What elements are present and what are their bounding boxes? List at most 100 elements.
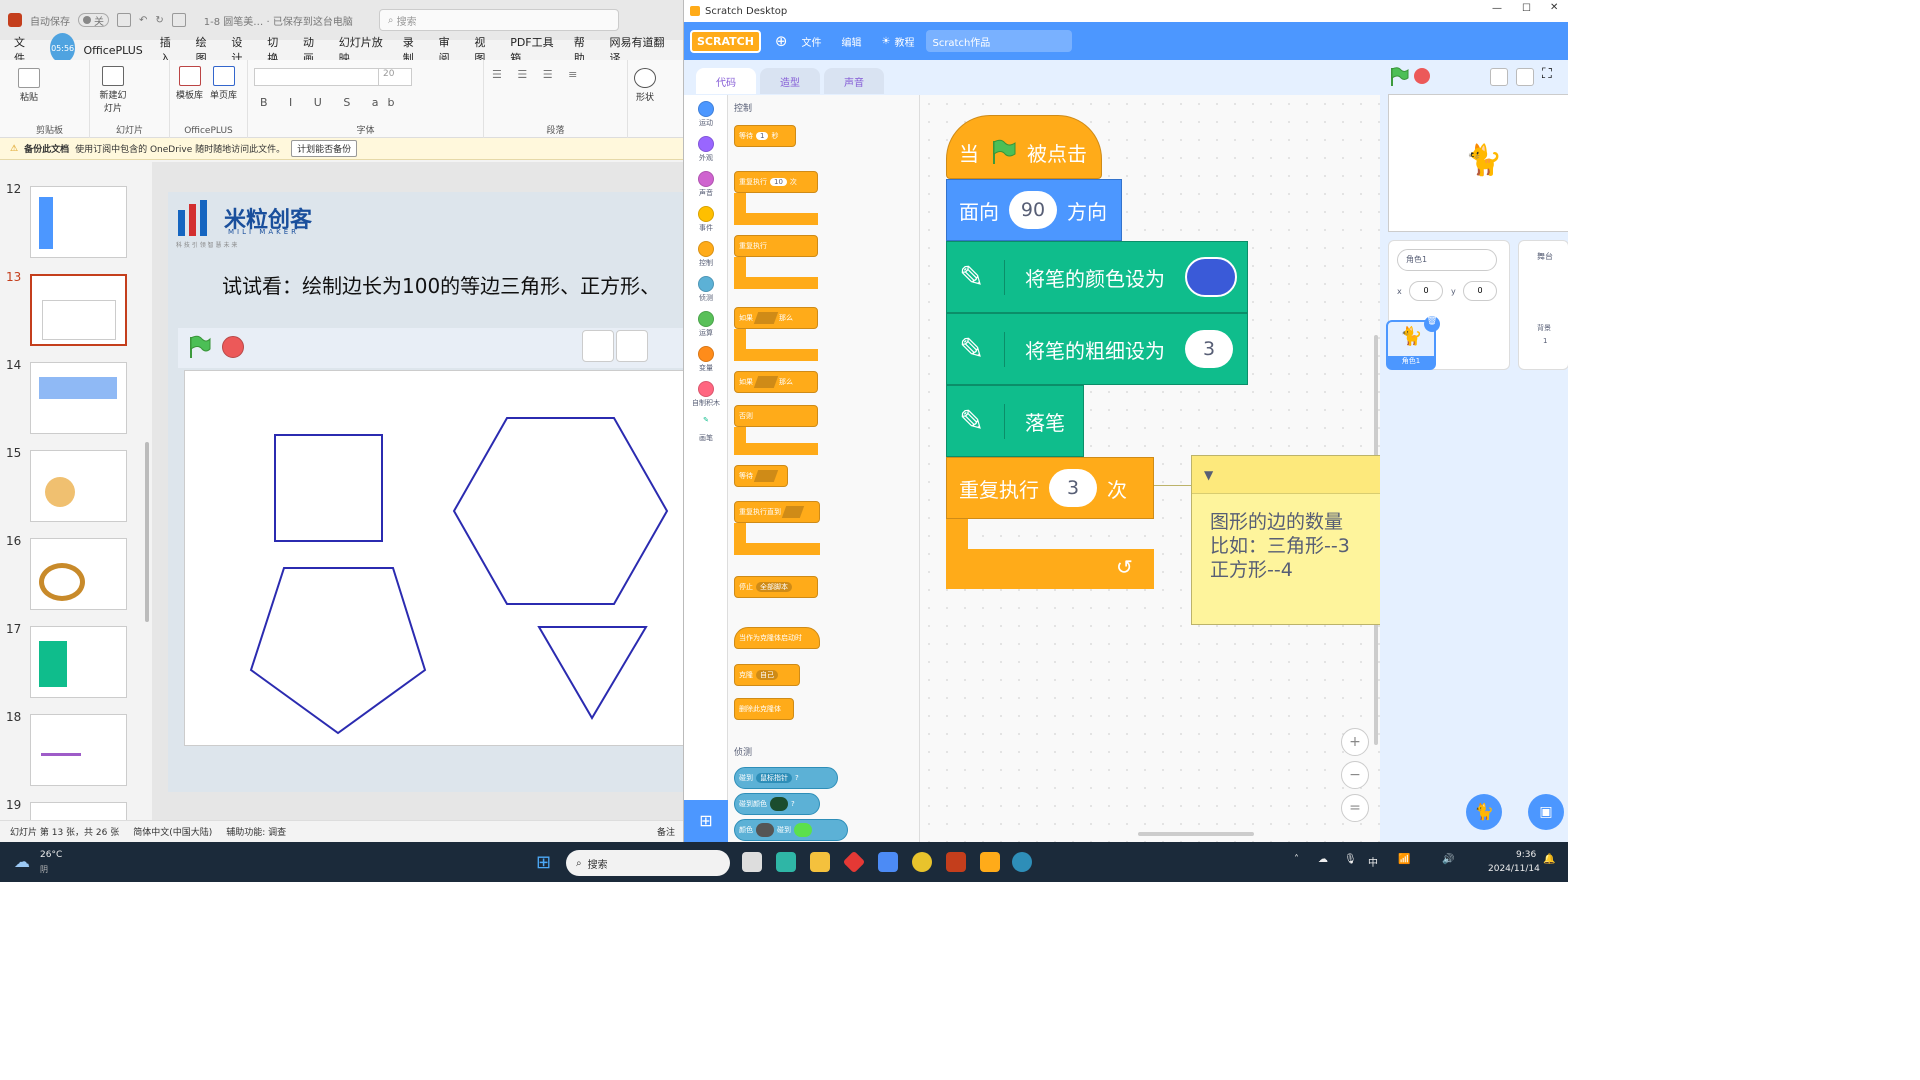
category-operators[interactable]: 运算 — [688, 311, 724, 338]
language-status[interactable]: 简体中文(中国大陆) — [133, 825, 212, 838]
category-looks[interactable]: 外观 — [688, 136, 724, 163]
weather-icon[interactable]: ☁ — [14, 852, 30, 871]
small-stage-icon[interactable] — [1490, 68, 1508, 86]
block-forever-body[interactable] — [734, 257, 818, 289]
ime-indicator[interactable]: 中 — [1368, 854, 1378, 869]
green-flag-icon[interactable] — [186, 334, 212, 360]
comment-text[interactable]: 图形的边的数量 比如：三角形--3 正方形--4 — [1192, 494, 1390, 582]
block-when-flag-clicked[interactable]: 当 被点击 — [946, 115, 1102, 179]
block-stop[interactable]: 停止 全部脚本 — [734, 576, 818, 598]
block-repeat[interactable]: 重复执行 10 次 — [734, 171, 818, 193]
font-format-buttons[interactable]: B I U S ab — [260, 96, 404, 109]
mic-icon[interactable]: 🎙 — [1344, 854, 1357, 865]
template-button[interactable]: 模板库 — [176, 66, 203, 101]
clock-date[interactable]: 2024/11/14 — [1488, 864, 1540, 874]
feishu-app-icon[interactable] — [878, 852, 898, 872]
stage[interactable]: 🐈 — [1388, 94, 1568, 232]
zoom-in-icon[interactable]: + — [1341, 728, 1369, 756]
thumbnail-slide-16[interactable] — [30, 538, 127, 610]
shape-button[interactable]: 形状 — [634, 68, 656, 103]
notes-button[interactable]: 备注 — [657, 825, 675, 838]
file-name[interactable]: 1-8 圆笔美… · 已保存到这台电脑 — [204, 13, 353, 28]
category-events[interactable]: 事件 — [688, 206, 724, 233]
scratch-app-icon[interactable] — [980, 852, 1000, 872]
redo-icon[interactable]: ↻ — [155, 15, 163, 26]
weather-temp[interactable]: 26°C — [40, 850, 62, 860]
block-if-else[interactable]: 如果 那么 — [734, 371, 818, 393]
tab-code[interactable]: 代码 — [696, 68, 756, 94]
menu-officeplus[interactable]: OfficePLUS — [83, 44, 142, 57]
onedrive-icon[interactable]: ☁ — [1318, 854, 1328, 865]
block-repeat-body[interactable] — [734, 193, 818, 225]
choose-backdrop-button[interactable]: ▣ — [1528, 794, 1564, 830]
block-if-body[interactable] — [734, 329, 818, 361]
close-icon[interactable]: ✕ — [1550, 2, 1558, 13]
maximize-icon[interactable]: ☐ — [1522, 3, 1531, 14]
scratch-logo[interactable]: SCRATCH — [690, 29, 761, 53]
block-repeat-until-body[interactable] — [734, 523, 820, 555]
thumbnail-slide-12[interactable] — [30, 186, 127, 258]
small-stage-icon[interactable] — [582, 330, 614, 362]
sprite-thumbnail[interactable]: 🐈 角色1 🗑 — [1386, 316, 1440, 370]
category-sensing[interactable]: 侦测 — [688, 276, 724, 303]
font-size-select[interactable]: 20 — [378, 68, 412, 86]
thumbnail-slide-17[interactable] — [30, 626, 127, 698]
block-touching[interactable]: 碰到 鼠标指针? — [734, 767, 838, 789]
powerpoint-app-icon[interactable] — [946, 852, 966, 872]
thumbnail-slide-15[interactable] — [30, 450, 127, 522]
block-set-pen-size[interactable]: ✎ 将笔的粗细设为 3 — [946, 313, 1248, 385]
category-pen[interactable]: ✎ 画笔 — [688, 416, 724, 443]
taskbar-search[interactable]: ⌕ 搜索 — [566, 850, 730, 876]
slide-canvas[interactable]: 米粒创客 MILI MAKER 科 技 引 领 智 慧 未 来 试试看：绘制边长… — [168, 192, 683, 792]
thumbnail-slide-18[interactable] — [30, 714, 127, 786]
block-else[interactable]: 否则 — [734, 405, 818, 427]
store-app-icon[interactable] — [776, 852, 796, 872]
collapse-chevron-icon[interactable]: ▼ — [1204, 468, 1213, 482]
tray-chevron-icon[interactable]: ˄ — [1294, 854, 1299, 865]
volume-icon[interactable]: 🔊 — [1442, 854, 1454, 865]
windows-start-icon[interactable]: ⊞ — [536, 852, 551, 873]
block-else-body[interactable] — [734, 427, 818, 455]
add-extension-button[interactable]: ⊞ — [684, 800, 728, 842]
direction-input[interactable]: 90 — [1009, 191, 1057, 229]
block-touching-color[interactable]: 碰到颜色? — [734, 793, 820, 815]
app-globe-icon[interactable] — [1012, 852, 1032, 872]
tutorials-icon[interactable]: ☀ — [882, 36, 891, 47]
category-sound[interactable]: 声音 — [688, 171, 724, 198]
block-clone-start[interactable]: 当作为克隆体启动时 — [734, 627, 820, 649]
category-motion[interactable]: 运动 — [688, 101, 724, 128]
block-wait-until[interactable]: 等待 — [734, 465, 788, 487]
thumbnail-slide-14[interactable] — [30, 362, 127, 434]
clock-time[interactable]: 9:36 — [1516, 850, 1536, 860]
stage-panel[interactable]: 舞台 背景 1 — [1518, 240, 1568, 370]
tab-costumes[interactable]: 造型 — [760, 68, 820, 94]
block-repeat-until[interactable]: 重复执行直到 — [734, 501, 820, 523]
block-set-pen-color[interactable]: ✎ 将笔的颜色设为 — [946, 241, 1248, 313]
present-icon[interactable] — [171, 13, 186, 27]
wifi-icon[interactable]: 📶 — [1398, 854, 1410, 865]
menu-edit[interactable]: 编辑 — [842, 34, 862, 49]
workspace-comment[interactable]: ▼ 图形的边的数量 比如：三角形--3 正方形--4 — [1191, 455, 1391, 625]
sprite-name-input[interactable]: 角色1 — [1397, 249, 1497, 271]
block-color-touching[interactable]: 颜色 碰到 — [734, 819, 848, 841]
block-delete-clone[interactable]: 删除此克隆体 — [734, 698, 794, 720]
pen-size-input[interactable]: 3 — [1185, 330, 1233, 368]
notification-icon[interactable]: 🔔 — [1543, 854, 1555, 865]
zoom-reset-icon[interactable]: = — [1341, 794, 1369, 822]
block-repeat[interactable]: 重复执行 3 次 — [946, 457, 1154, 519]
paste-button[interactable]: 粘贴 — [18, 68, 40, 103]
category-variables[interactable]: 变量 — [688, 346, 724, 373]
stop-icon[interactable] — [222, 336, 244, 358]
block-wait[interactable]: 等待 1 秒 — [734, 125, 796, 147]
save-icon[interactable] — [117, 13, 131, 27]
pen-color-swatch[interactable] — [1185, 257, 1237, 297]
fullscreen-icon[interactable]: ⛶ — [1542, 66, 1552, 82]
choose-sprite-button[interactable]: 🐈 — [1466, 794, 1502, 830]
autosave-toggle[interactable]: 关 — [78, 13, 109, 28]
minimize-icon[interactable]: — — [1492, 3, 1502, 14]
large-stage-icon[interactable] — [616, 330, 648, 362]
category-my-blocks[interactable]: 自制积木 — [688, 381, 724, 408]
menu-file[interactable]: 文件 — [802, 34, 822, 49]
undo-icon[interactable]: ↶ — [139, 15, 147, 26]
thumbnail-slide-13[interactable] — [30, 274, 127, 346]
